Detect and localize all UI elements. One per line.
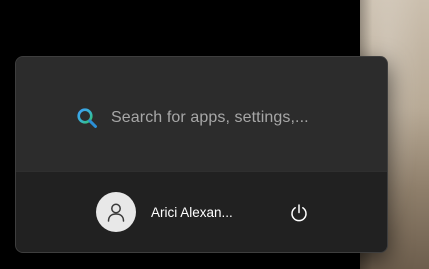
start-menu: Search for apps, settings,... Arici Alex… <box>15 56 388 253</box>
avatar <box>96 192 136 232</box>
user-name: Arici Alexan... <box>151 204 233 220</box>
power-icon <box>291 204 307 222</box>
user-account-button[interactable]: Arici Alexan... <box>96 192 241 232</box>
search-icon <box>77 108 97 128</box>
search-box[interactable]: Search for apps, settings,... <box>76 107 309 129</box>
search-area: Search for apps, settings,... <box>16 57 387 173</box>
power-button[interactable] <box>284 198 314 228</box>
search-input[interactable]: Search for apps, settings,... <box>111 109 309 127</box>
person-icon <box>107 203 125 222</box>
start-menu-footer: Arici Alexan... <box>16 171 387 252</box>
